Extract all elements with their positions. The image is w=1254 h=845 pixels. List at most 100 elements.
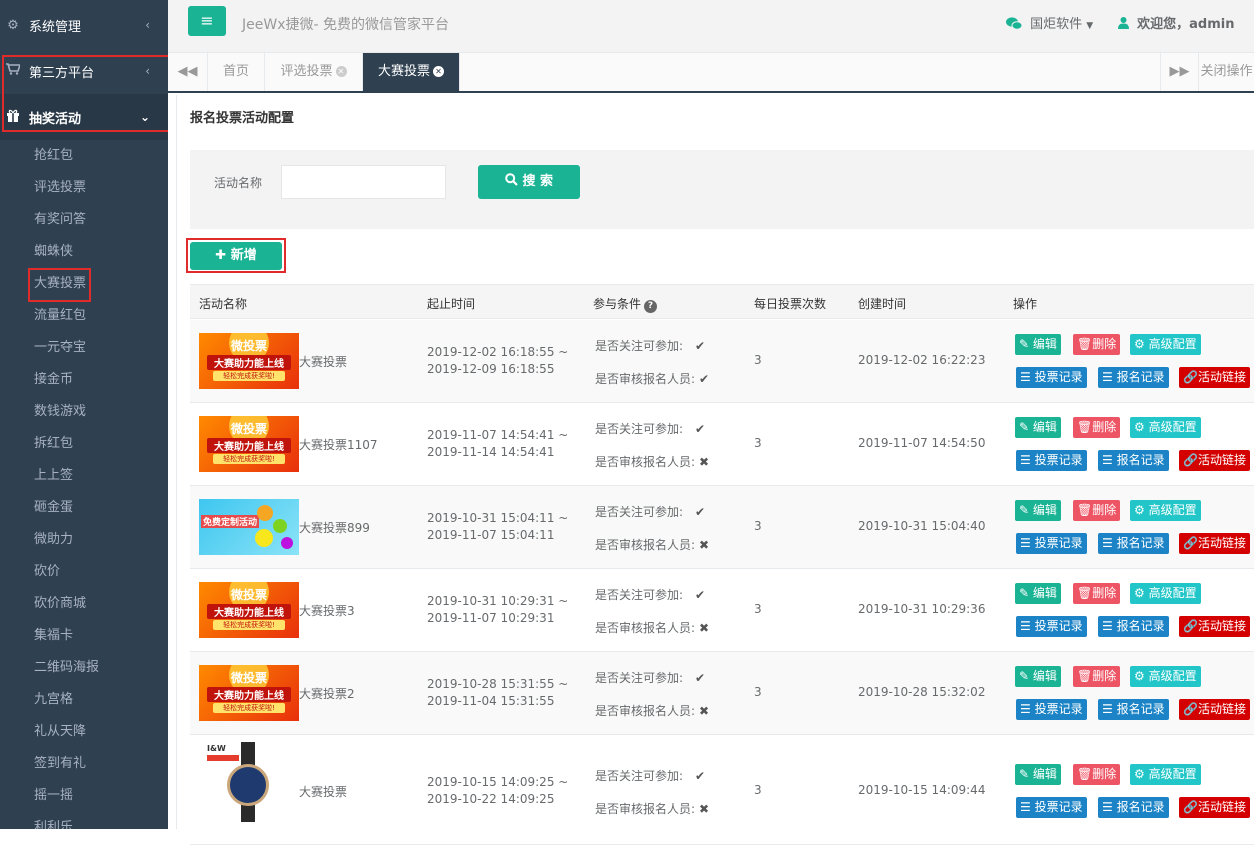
sidebar-item[interactable]: 砍价商城	[34, 593, 86, 615]
tab-vote-selection[interactable]: 评选投票 ✕	[265, 53, 363, 91]
delete-button-label: 删除	[1092, 420, 1117, 434]
activity-name-input[interactable]	[281, 165, 446, 199]
user-menu[interactable]: 欢迎您，admin	[1118, 13, 1234, 32]
signup-log-button[interactable]: ☰ 报名记录	[1098, 367, 1169, 388]
advanced-config-button[interactable]: ⚙ 高级配置	[1130, 666, 1201, 687]
watch-brand: I&W	[207, 744, 226, 753]
signup-log-button[interactable]: ☰ 报名记录	[1098, 699, 1169, 720]
activity-link-button[interactable]: 🔗活动链接	[1179, 367, 1250, 388]
end-time: 2019-10-22 14:09:25	[427, 792, 555, 806]
delete-button-label: 删除	[1092, 337, 1117, 351]
sidebar-item[interactable]: 砸金蛋	[34, 497, 73, 519]
tab-home[interactable]: 首页	[208, 53, 265, 91]
close-icon[interactable]: ✕	[433, 66, 444, 77]
edit-button-label: 编辑	[1032, 337, 1057, 351]
delete-button[interactable]: 🗑删除	[1073, 583, 1121, 604]
activity-link-label: 活动链接	[1197, 702, 1246, 716]
sidebar-item[interactable]: 砍价	[34, 561, 60, 583]
vote-log-button[interactable]: ☰ 投票记录	[1016, 699, 1087, 720]
signup-log-button[interactable]: ☰ 报名记录	[1098, 450, 1169, 471]
table-row: 微投票 大赛助力能上线 轻松完成获奖啦! 大赛投票 2019-12-02 16:18:5…	[190, 320, 1254, 403]
condition-review: 是否审核报名人员: ✖	[595, 619, 709, 636]
edit-button[interactable]: ✎ 编辑	[1015, 583, 1061, 604]
sidebar-item[interactable]: 一元夺宝	[34, 337, 86, 359]
sidebar-item[interactable]: 流量红包	[34, 305, 86, 327]
tabs-scroll-left-button[interactable]: ◀◀	[168, 53, 208, 91]
delete-button[interactable]: 🗑删除	[1073, 334, 1121, 355]
list-icon: ☰	[1020, 453, 1031, 467]
advanced-config-button[interactable]: ⚙ 高级配置	[1130, 417, 1201, 438]
sidebar-item[interactable]: 九宫格	[34, 689, 73, 711]
signup-log-button[interactable]: ☰ 报名记录	[1098, 797, 1169, 818]
sidebar-item[interactable]: 抢红包	[34, 145, 73, 167]
sidebar-item[interactable]: 接金币	[34, 369, 73, 391]
sidebar-item[interactable]: 摇一摇	[34, 785, 73, 807]
delete-button[interactable]: 🗑删除	[1073, 500, 1121, 521]
tabs-scroll-right-button[interactable]: ▶▶	[1160, 53, 1199, 91]
activity-table: 活动名称 起止时间 参与条件? 每日投票次数 创建时间 操作 微投票 大赛助力能上…	[190, 284, 1254, 845]
sidebar-section-system[interactable]: ⚙ 系统管理 ‹	[0, 2, 168, 48]
highlight-box	[28, 268, 91, 302]
delete-button[interactable]: 🗑删除	[1073, 417, 1121, 438]
banner-text: 轻松完成获奖啦!	[213, 454, 285, 464]
edit-button[interactable]: ✎ 编辑	[1015, 764, 1061, 785]
sidebar: ⚙ 系统管理 ‹ 第三方平台 ‹ 抽奖活动 ⌄ 抢红包 评选投票 有奖问答 蜘蛛侠 大赛…	[0, 0, 168, 829]
sidebar-item[interactable]: 有奖问答	[34, 209, 86, 231]
tab-contest-vote[interactable]: 大赛投票 ✕	[363, 53, 460, 91]
search-icon	[505, 173, 523, 189]
sidebar-item[interactable]: 签到有礼	[34, 753, 86, 775]
edit-button[interactable]: ✎ 编辑	[1015, 666, 1061, 687]
question-icon[interactable]: ?	[644, 300, 658, 313]
link-icon: 🔗	[1183, 453, 1198, 467]
banner-image: 免费定制活动	[199, 499, 299, 555]
advanced-config-label: 高级配置	[1148, 337, 1197, 351]
company-menu[interactable]: 国炬软件 ▼	[1006, 13, 1093, 32]
sidebar-item[interactable]: 评选投票	[34, 177, 86, 199]
signup-log-label: 报名记录	[1116, 619, 1165, 633]
gear-icon: ⚙	[7, 17, 19, 33]
activity-link-button[interactable]: 🔗活动链接	[1179, 797, 1250, 818]
condition-follow-label: 是否关注可参加:	[595, 505, 684, 519]
sidebar-item[interactable]: 微助力	[34, 529, 73, 551]
delete-button[interactable]: 🗑删除	[1073, 666, 1121, 687]
vote-log-button[interactable]: ☰ 投票记录	[1016, 367, 1087, 388]
sidebar-item[interactable]: 拆红包	[34, 433, 73, 455]
delete-button[interactable]: 🗑删除	[1073, 764, 1121, 785]
vote-log-button[interactable]: ☰ 投票记录	[1016, 533, 1087, 554]
advanced-config-button[interactable]: ⚙ 高级配置	[1130, 583, 1201, 604]
sidebar-item[interactable]: 利利乐	[34, 817, 73, 829]
caret-down-icon: ▼	[1086, 21, 1094, 31]
activity-link-label: 活动链接	[1197, 536, 1246, 550]
activity-link-button[interactable]: 🔗活动链接	[1179, 616, 1250, 637]
activity-link-button[interactable]: 🔗活动链接	[1179, 699, 1250, 720]
condition-review-label: 是否审核报名人员:	[595, 372, 696, 386]
sidebar-item[interactable]: 二维码海报	[34, 657, 99, 679]
table-row: 免费定制活动 大赛投票899 2019-10-31 15:04:11 ~ 2019-1…	[190, 486, 1254, 569]
signup-log-button[interactable]: ☰ 报名记录	[1098, 533, 1169, 554]
signup-log-button[interactable]: ☰ 报名记录	[1098, 616, 1169, 637]
sidebar-item[interactable]: 上上签	[34, 465, 73, 487]
sidebar-item[interactable]: 集福卡	[34, 625, 73, 647]
edit-button[interactable]: ✎ 编辑	[1015, 500, 1061, 521]
vote-log-button[interactable]: ☰ 投票记录	[1016, 616, 1087, 637]
activity-link-button[interactable]: 🔗活动链接	[1179, 533, 1250, 554]
main-content: 报名投票活动配置 活动名称 搜 索 ✚ 新增 活动名称 起止时间 参与条件? 每…	[176, 95, 1254, 845]
edit-button[interactable]: ✎ 编辑	[1015, 334, 1061, 355]
vote-log-button[interactable]: ☰ 投票记录	[1016, 797, 1087, 818]
list-icon: ☰	[1102, 453, 1113, 467]
sidebar-item[interactable]: 礼从天降	[34, 721, 86, 743]
search-button[interactable]: 搜 索	[478, 165, 580, 199]
advanced-config-button[interactable]: ⚙ 高级配置	[1130, 334, 1201, 355]
edit-button[interactable]: ✎ 编辑	[1015, 417, 1061, 438]
advanced-config-button[interactable]: ⚙ 高级配置	[1130, 764, 1201, 785]
table-row: 微投票 大赛助力能上线 轻松完成获奖啦! 大赛投票2 2019-10-28 15:31:…	[190, 652, 1254, 735]
sidebar-item[interactable]: 数钱游戏	[34, 401, 86, 423]
sidebar-item[interactable]: 蜘蛛侠	[34, 241, 73, 263]
activity-link-button[interactable]: 🔗活动链接	[1179, 450, 1250, 471]
menu-toggle-button[interactable]: ≡	[188, 6, 226, 36]
close-operations-button[interactable]: 关闭操作	[1199, 53, 1254, 91]
vote-log-button[interactable]: ☰ 投票记录	[1016, 450, 1087, 471]
close-icon[interactable]: ✕	[335, 66, 347, 77]
col-header-created: 创建时间	[858, 297, 907, 311]
advanced-config-button[interactable]: ⚙ 高级配置	[1130, 500, 1201, 521]
